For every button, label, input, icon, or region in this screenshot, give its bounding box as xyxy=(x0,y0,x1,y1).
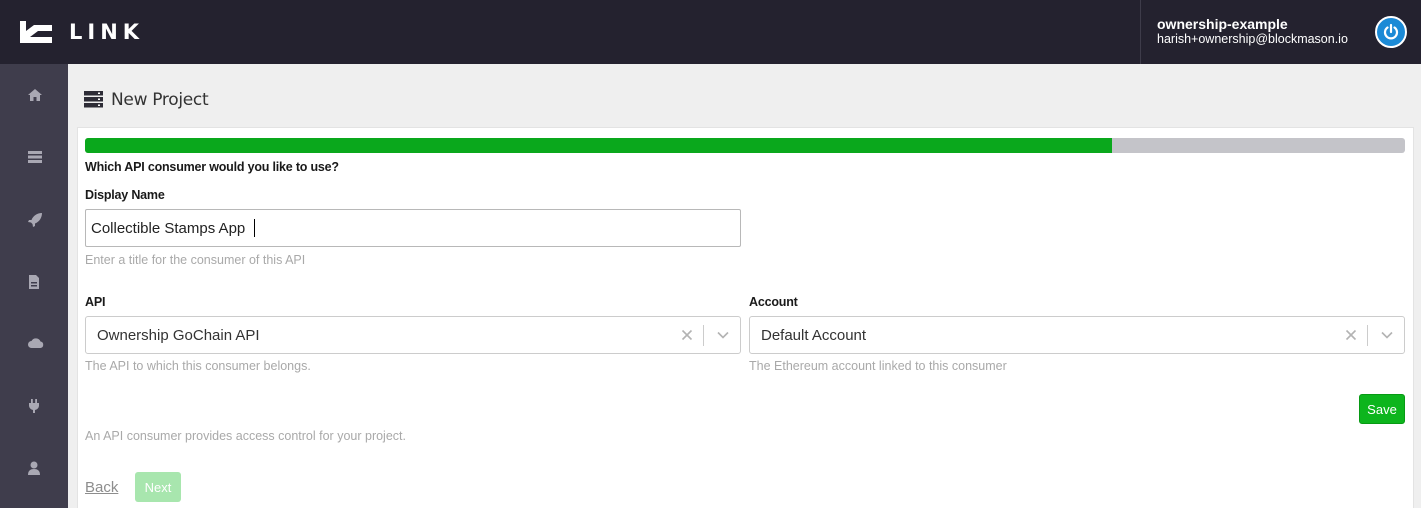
account-select[interactable]: Default Account xyxy=(749,316,1405,354)
account-help: The Ethereum account linked to this cons… xyxy=(749,359,1007,373)
api-help: The API to which this consumer belongs. xyxy=(85,359,311,373)
sidebar-item-cloud[interactable] xyxy=(0,324,68,364)
account-label: Account xyxy=(749,295,798,309)
chevron-down-icon[interactable] xyxy=(716,330,730,340)
power-icon xyxy=(1383,23,1399,40)
user-name: ownership-example xyxy=(1157,16,1288,32)
clear-icon[interactable] xyxy=(680,328,694,342)
cloud-icon xyxy=(28,338,44,348)
clear-icon[interactable] xyxy=(1344,328,1358,342)
plug-icon xyxy=(29,399,39,413)
api-select-value: Ownership GoChain API xyxy=(97,327,260,344)
display-name-label: Display Name xyxy=(85,188,165,202)
api-label: API xyxy=(85,295,106,309)
sidebar-item-projects[interactable] xyxy=(0,138,68,178)
logo-text: LINK xyxy=(69,20,145,44)
next-button[interactable]: Next xyxy=(135,472,181,502)
sidebar-item-deploy[interactable] xyxy=(0,200,68,240)
api-select[interactable]: Ownership GoChain API xyxy=(85,316,741,354)
display-name-help: Enter a title for the consumer of this A… xyxy=(85,253,306,267)
sidebar-item-plugins[interactable] xyxy=(0,386,68,426)
home-icon xyxy=(28,89,42,101)
sidebar-item-home[interactable] xyxy=(0,76,68,116)
wizard-question: Which API consumer would you like to use… xyxy=(85,160,339,174)
select-separator xyxy=(1367,325,1368,346)
save-button[interactable]: Save xyxy=(1359,394,1405,424)
header-divider xyxy=(1140,0,1141,64)
account-select-value: Default Account xyxy=(761,327,867,344)
top-header: LINK ownership-example harish+ownership@… xyxy=(0,0,1421,64)
power-button[interactable] xyxy=(1375,16,1407,48)
sidebar xyxy=(0,64,68,508)
page-title: New Project xyxy=(111,90,209,110)
progress-bar-fill xyxy=(85,138,1112,153)
chevron-down-icon[interactable] xyxy=(1380,330,1394,340)
sidebar-item-contracts[interactable] xyxy=(0,262,68,302)
back-link[interactable]: Back xyxy=(85,479,118,496)
consumer-description: An API consumer provides access control … xyxy=(85,429,406,443)
display-name-input[interactable] xyxy=(85,209,741,247)
user-email: harish+ownership@blockmason.io xyxy=(1157,32,1348,46)
link-logo-icon xyxy=(20,21,52,43)
sidebar-item-account[interactable] xyxy=(0,448,68,488)
rocket-icon xyxy=(28,213,42,227)
document-icon xyxy=(29,275,39,289)
select-separator xyxy=(703,325,704,346)
user-icon xyxy=(28,461,40,475)
server-stack-icon xyxy=(28,151,42,163)
server-stack-icon xyxy=(84,91,103,108)
text-caret xyxy=(254,219,255,237)
progress-bar xyxy=(85,138,1405,153)
